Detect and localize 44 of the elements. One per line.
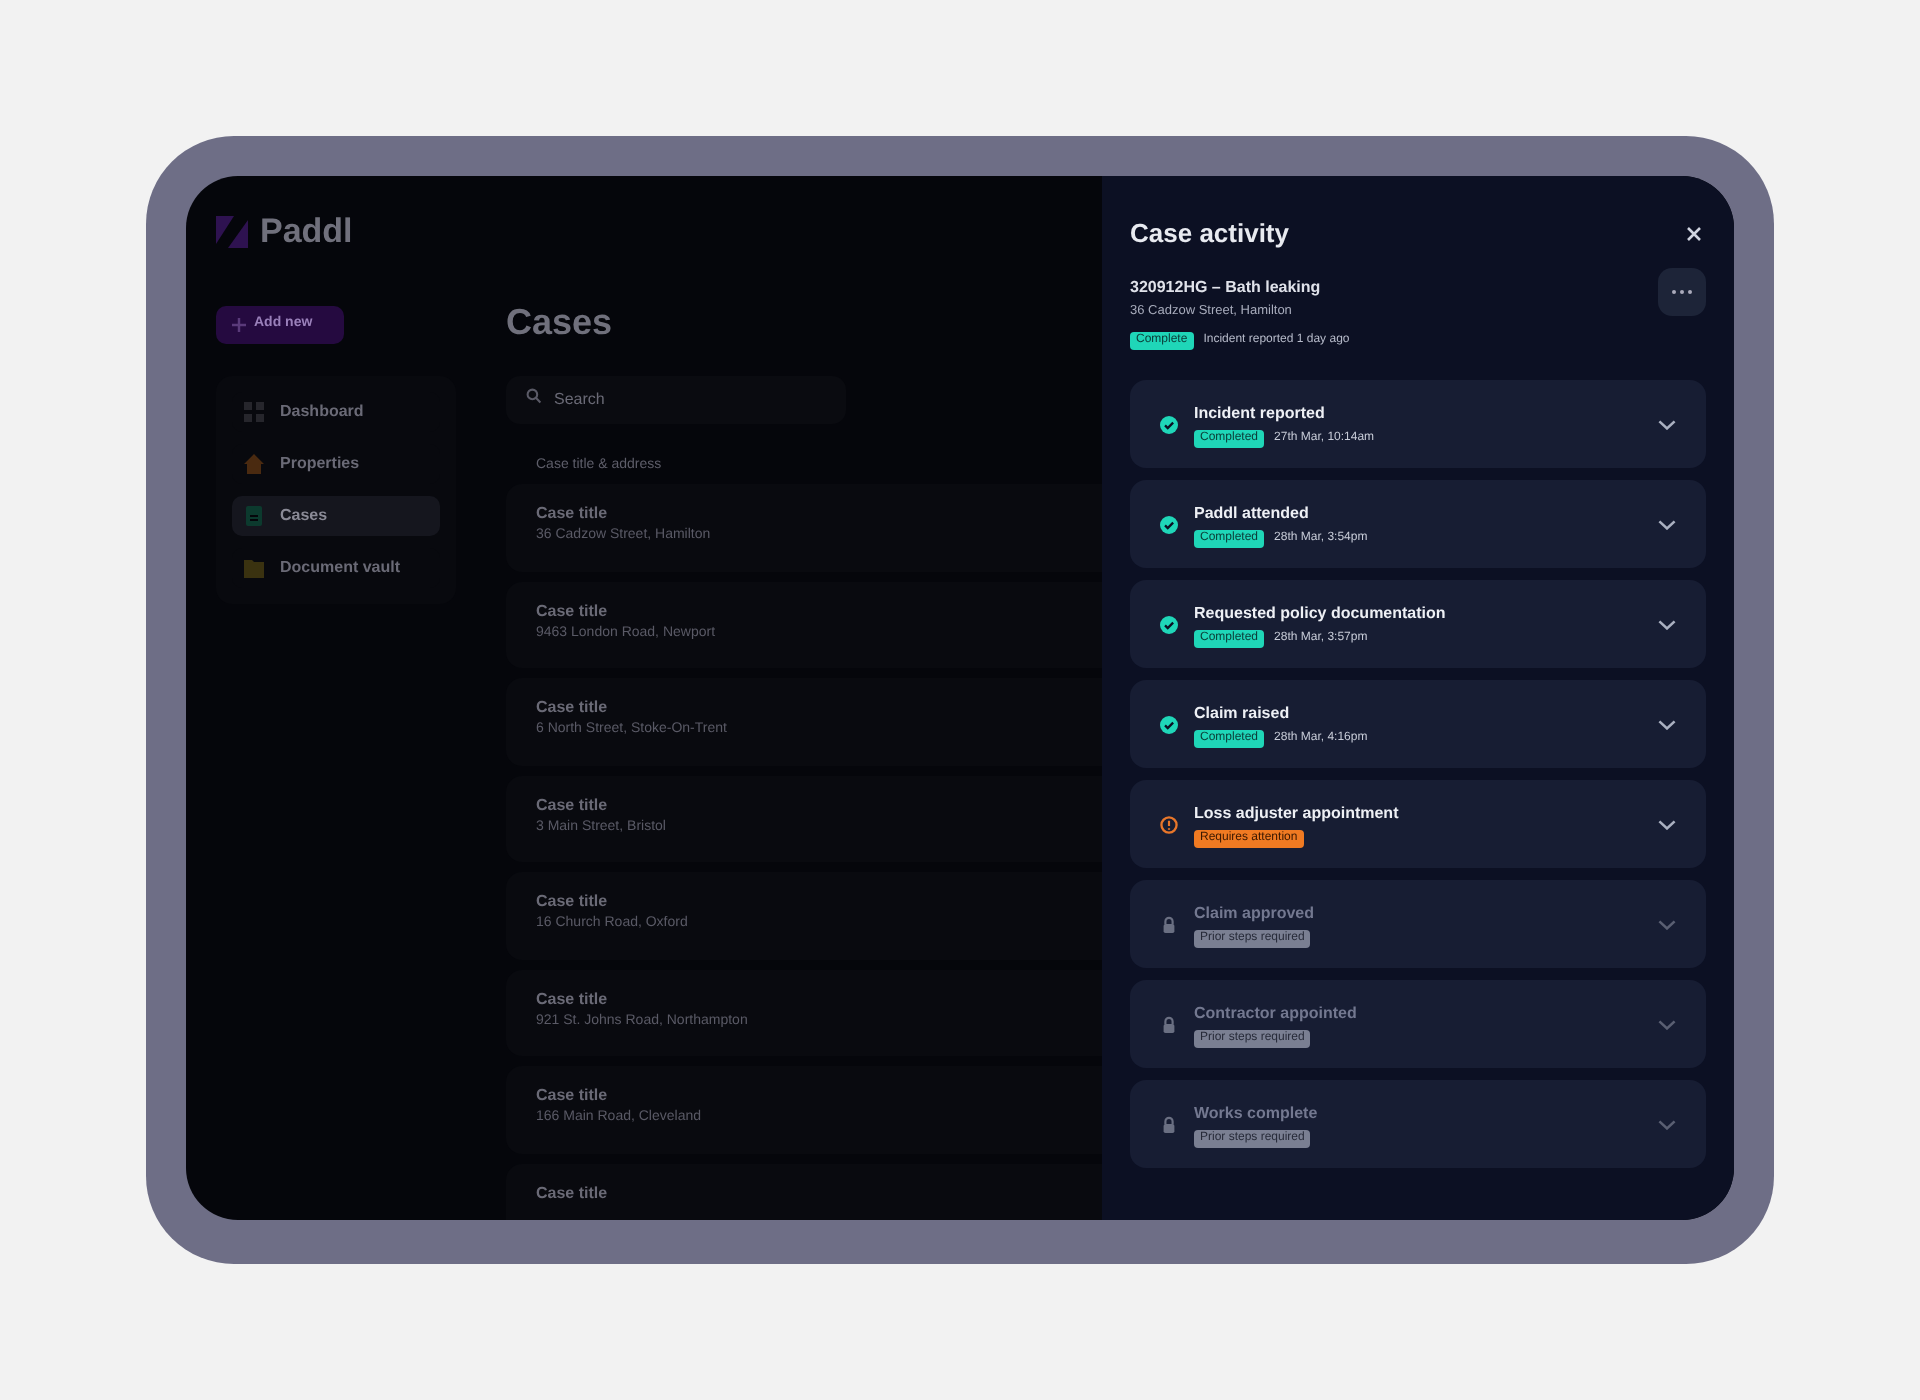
check-circle-icon — [1160, 615, 1178, 633]
nav-item[interactable]: Cases — [232, 496, 440, 536]
chevron-down-icon[interactable] — [1658, 819, 1676, 829]
panel-title: Case activity — [1130, 216, 1289, 253]
chevron-down-icon[interactable] — [1658, 719, 1676, 729]
lock-icon — [1160, 915, 1178, 933]
case-title: Case title — [536, 890, 610, 912]
page-title: Cases — [506, 300, 615, 344]
case-title: Case title — [536, 696, 610, 718]
logo-text: Paddl — [260, 210, 353, 255]
case-name: 320912HG – Bath leaking — [1130, 276, 1323, 298]
warning-circle-icon — [1160, 815, 1178, 833]
case-title: Case title — [536, 502, 610, 524]
lock-icon — [1160, 1115, 1178, 1133]
step-title: Paddl attended — [1194, 501, 1311, 523]
close-icon[interactable] — [1686, 226, 1702, 242]
step-title: Claim approved — [1194, 901, 1317, 923]
step-title: Works complete — [1194, 1101, 1320, 1123]
step-title: Loss adjuster appointment — [1194, 801, 1401, 823]
chevron-down-icon[interactable] — [1658, 419, 1676, 429]
case-title: Case title — [536, 987, 610, 1009]
case-title: Case title — [536, 599, 610, 621]
step-title: Incident reported — [1194, 401, 1327, 423]
case-title: Case title — [536, 793, 610, 815]
check-circle-icon — [1160, 715, 1178, 733]
case-title: Case title — [536, 1084, 610, 1106]
search-icon — [526, 388, 542, 404]
search-field[interactable]: Search — [506, 375, 846, 423]
chevron-down-icon[interactable] — [1658, 619, 1676, 629]
logo-icon — [216, 216, 248, 248]
lock-icon — [1160, 1015, 1178, 1033]
house-icon — [244, 454, 264, 474]
step-title: Claim raised — [1194, 701, 1292, 723]
plus-icon — [232, 318, 246, 332]
folder-icon — [244, 558, 264, 578]
check-circle-icon — [1160, 515, 1178, 533]
chevron-down-icon[interactable] — [1658, 519, 1676, 529]
step-title: Requested policy documentation — [1194, 601, 1448, 623]
case-title: Case title — [536, 1181, 610, 1203]
step-title: Contractor appointed — [1194, 1001, 1359, 1023]
clipboard-icon — [244, 506, 264, 526]
grid-icon — [244, 402, 264, 422]
case-row[interactable]: Case title — [506, 1163, 1102, 1220]
check-circle-icon — [1160, 415, 1178, 433]
